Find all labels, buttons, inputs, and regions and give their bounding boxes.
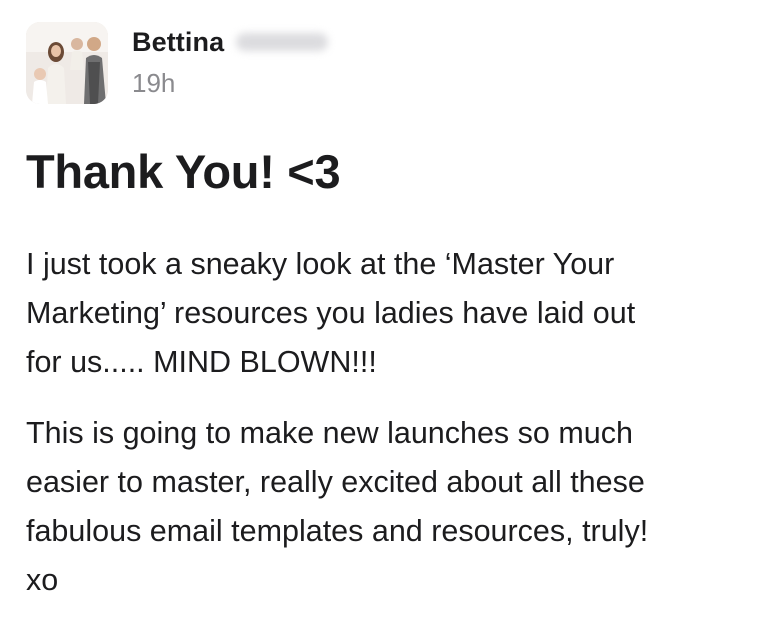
post-header: Bettina 19h bbox=[26, 22, 329, 106]
post-card: Bettina 19h Thank You! <3 I just took a … bbox=[0, 0, 768, 644]
post-paragraph: I just took a sneaky look at the ‘Master… bbox=[26, 247, 636, 379]
author-row: Bettina bbox=[132, 22, 329, 62]
post-meta: Bettina 19h bbox=[132, 22, 329, 99]
post-body: I just took a sneaky look at the ‘Master… bbox=[26, 240, 751, 627]
author-name[interactable]: Bettina bbox=[132, 27, 224, 58]
blurred-surname bbox=[236, 33, 329, 51]
post-timestamp[interactable]: 19h bbox=[132, 68, 328, 99]
post-title: Thank You! <3 bbox=[26, 145, 341, 198]
family-photo-avatar-icon bbox=[26, 22, 108, 104]
post-paragraph: This is going to make new launches so mu… bbox=[26, 416, 649, 597]
avatar[interactable] bbox=[26, 22, 108, 104]
